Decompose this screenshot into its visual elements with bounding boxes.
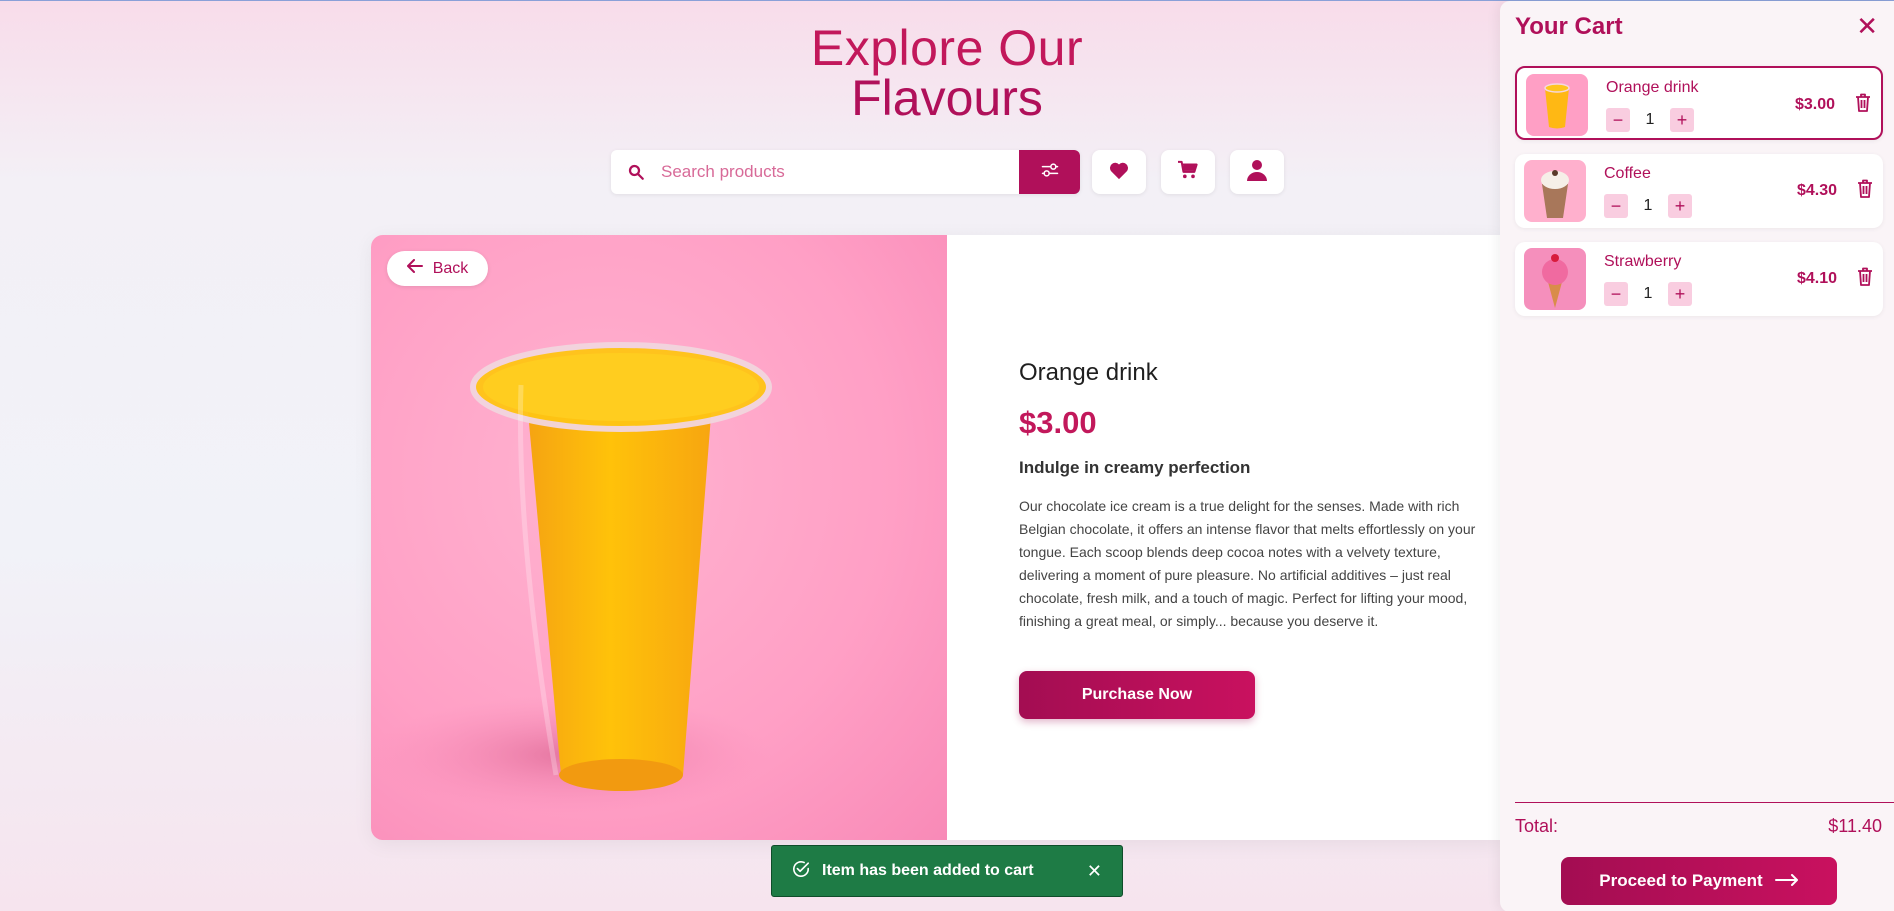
- trash-icon[interactable]: [1857, 179, 1873, 203]
- proceed-label: Proceed to Payment: [1599, 871, 1763, 890]
- quantity-value: 1: [1643, 197, 1653, 214]
- decrease-qty-button[interactable]: −: [1604, 282, 1628, 306]
- increase-qty-button[interactable]: +: [1668, 194, 1692, 218]
- increase-qty-button[interactable]: +: [1670, 108, 1694, 132]
- quantity-stepper: − 1 +: [1604, 194, 1692, 218]
- quantity-value: 1: [1645, 111, 1655, 128]
- filter-button[interactable]: [1019, 150, 1080, 194]
- cart-icon: [1177, 160, 1199, 185]
- back-button[interactable]: Back: [387, 251, 488, 286]
- decrease-qty-button[interactable]: −: [1606, 108, 1630, 132]
- quantity-stepper: − 1 +: [1604, 282, 1692, 306]
- toast-message: Item has been added to cart: [822, 862, 1034, 879]
- cart-close-button[interactable]: ✕: [1856, 13, 1878, 39]
- filter-icon: [1040, 160, 1060, 185]
- cart-item-name: Coffee: [1604, 165, 1651, 182]
- product-description: Our chocolate ice cream is a true deligh…: [1019, 498, 1476, 629]
- search-bar: [611, 150, 1080, 194]
- cart-title: Your Cart: [1515, 13, 1623, 40]
- quantity-stepper: − 1 +: [1606, 108, 1694, 132]
- cart-item-thumbnail: [1524, 160, 1586, 222]
- cart-item[interactable]: Orange drink − 1 + $3.00: [1515, 66, 1883, 140]
- toast-notification: Item has been added to cart ✕: [771, 845, 1123, 897]
- orange-drink-illustration: [371, 342, 772, 815]
- product-image: Back: [371, 235, 947, 840]
- search-icon: [611, 163, 661, 181]
- check-circle-icon: [792, 860, 810, 883]
- trash-icon[interactable]: [1857, 267, 1873, 291]
- user-icon: [1247, 159, 1267, 186]
- trash-icon[interactable]: [1855, 93, 1871, 117]
- cart-item[interactable]: Strawberry − 1 + $4.10: [1515, 242, 1883, 316]
- increase-qty-button[interactable]: +: [1668, 282, 1692, 306]
- cart-item-thumbnail: [1526, 74, 1588, 136]
- cart-item-name: Strawberry: [1604, 253, 1682, 270]
- product-name: Orange drink: [1019, 359, 1158, 386]
- proceed-to-payment-button[interactable]: Proceed to Payment: [1561, 857, 1837, 905]
- cart-divider: [1515, 802, 1894, 803]
- cart-panel: Your Cart ✕ Orange drink − 1 + $3.00 Cof…: [1500, 1, 1894, 911]
- total-label: Total:: [1515, 816, 1559, 836]
- arrow-left-icon: [406, 259, 423, 278]
- heart-icon: [1108, 160, 1130, 185]
- cart-item-price: $3.00: [1794, 96, 1835, 113]
- cart-item-price: $4.30: [1796, 182, 1837, 199]
- cart-item-thumbnail: [1524, 248, 1586, 310]
- search-input[interactable]: [661, 150, 1019, 194]
- arrow-right-icon: [1774, 871, 1799, 891]
- wishlist-button[interactable]: [1092, 150, 1146, 194]
- account-button[interactable]: [1230, 150, 1284, 194]
- cart-item-name: Orange drink: [1606, 79, 1699, 96]
- product-tagline: Indulge in creamy perfection: [1019, 458, 1251, 477]
- total-value: $11.40: [1828, 816, 1882, 836]
- purchase-now-button[interactable]: Purchase Now: [1019, 671, 1255, 719]
- cart-item-price: $4.10: [1796, 270, 1837, 287]
- product-price: $3.00: [1019, 405, 1097, 440]
- quantity-value: 1: [1643, 285, 1653, 302]
- cart-button[interactable]: [1161, 150, 1215, 194]
- decrease-qty-button[interactable]: −: [1604, 194, 1628, 218]
- cart-item[interactable]: Coffee − 1 + $4.30: [1515, 154, 1883, 228]
- back-label: Back: [432, 259, 469, 277]
- toast-close-button[interactable]: ✕: [1087, 861, 1102, 882]
- product-detail-card: Back Orange drink $3.00 Indulge in cream…: [371, 235, 1501, 840]
